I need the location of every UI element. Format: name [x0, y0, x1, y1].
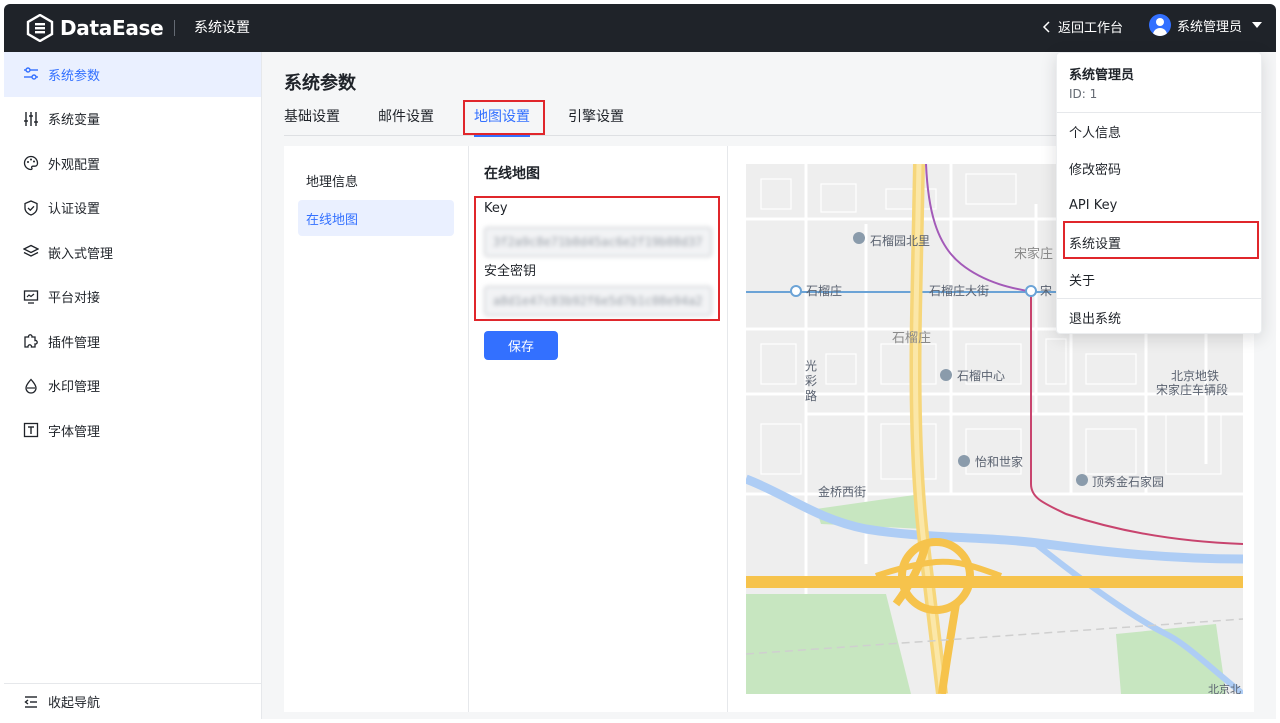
dropdown-user-id: ID: 1 [1069, 87, 1098, 101]
secret-label: 安全密钥 [484, 264, 537, 279]
subnav-item-geo-info[interactable]: 地理信息 [298, 162, 454, 198]
map-label: 宋家庄车辆段 [1156, 382, 1228, 397]
equalizer-icon [22, 110, 40, 128]
font-box-icon [22, 421, 40, 439]
app-title: 系统设置 [194, 20, 250, 36]
map-label: 彩 [805, 374, 817, 388]
user-dropdown-menu: 系统管理员 ID: 1 个人信息 修改密码 API Key 系统设置 关于 退出… [1056, 52, 1262, 334]
sidebar: 系统参数 系统变量 外观配置 认证设置 嵌入式管理 平台对接 插件管理 水印管理… [4, 52, 262, 719]
sidebar-item-label: 插件管理 [48, 335, 101, 351]
brand-logo[interactable]: DataEase [26, 14, 164, 42]
key-input[interactable] [484, 227, 712, 257]
sidebar-item-platform[interactable]: 平台对接 [4, 275, 261, 320]
header-divider [174, 20, 175, 36]
drop-icon [22, 377, 40, 395]
sidebar-item-appearance[interactable]: 外观配置 [4, 141, 261, 186]
back-label: 返回工作台 [1058, 21, 1124, 36]
tab-basic[interactable]: 基础设置 [284, 100, 340, 136]
sliders-icon [22, 65, 40, 83]
sidebar-item-label: 外观配置 [48, 157, 101, 173]
sidebar-item-system-params[interactable]: 系统参数 [4, 52, 261, 97]
map-label: 北京地铁 [1171, 369, 1219, 383]
map-label: 石榴庄 [892, 330, 931, 346]
map-label: 顶秀金石家园 [1092, 474, 1164, 489]
palette-icon [22, 154, 40, 172]
sidebar-item-auth[interactable]: 认证设置 [4, 186, 261, 231]
collapse-icon [22, 693, 40, 711]
menu-item-logout[interactable]: 退出系统 [1057, 299, 1261, 335]
map-label: 光 [805, 359, 817, 373]
sidebar-item-plugins[interactable]: 插件管理 [4, 319, 261, 364]
shield-check-icon [22, 199, 40, 217]
map-label: 石榴庄大街 [929, 283, 989, 298]
menu-item-profile[interactable]: 个人信息 [1057, 113, 1261, 149]
sidebar-item-label: 系统参数 [48, 68, 101, 84]
page-title: 系统参数 [284, 73, 356, 94]
menu-item-change-password[interactable]: 修改密码 [1057, 150, 1261, 186]
tab-email[interactable]: 邮件设置 [378, 100, 434, 136]
monitor-icon [22, 288, 40, 306]
caret-down-icon [1252, 22, 1263, 28]
sidebar-item-watermark[interactable]: 水印管理 [4, 364, 261, 409]
map-label: 金桥西街 [818, 484, 866, 499]
map-label: 路 [805, 388, 817, 403]
top-header: DataEase 系统设置 返回工作台 系统管理员 [4, 4, 1276, 52]
sidebar-item-label: 系统变量 [48, 113, 101, 129]
map-subnav: 地理信息 在线地图 [284, 146, 469, 712]
highlight-box-system-settings [1063, 221, 1259, 259]
map-label: 宋家庄 [1014, 246, 1053, 262]
collapse-nav-button[interactable]: 收起导航 [4, 683, 261, 719]
sidebar-item-label: 认证设置 [48, 202, 101, 218]
collapse-nav-label: 收起导航 [48, 696, 101, 711]
back-to-workbench-link[interactable]: 返回工作台 [1042, 17, 1123, 36]
map-label: 石榴庄 [806, 283, 842, 298]
map-label: 宋 [1040, 283, 1052, 298]
menu-item-about[interactable]: 关于 [1057, 261, 1261, 297]
user-name: 系统管理员 [1177, 19, 1243, 35]
key-label: Key [484, 201, 508, 216]
dataease-logo-icon [26, 14, 54, 42]
layers-icon [22, 243, 40, 261]
highlight-box-map-tab [463, 100, 545, 135]
menu-item-api-key[interactable]: API Key [1057, 187, 1261, 223]
puzzle-icon [22, 332, 40, 350]
sidebar-item-label: 水印管理 [48, 380, 101, 396]
map-label: 石榴园北里 [870, 234, 930, 248]
user-menu-trigger[interactable]: 系统管理员 [1149, 14, 1263, 36]
online-map-form: 在线地图 Key 安全密钥 保存 [469, 146, 728, 712]
chevron-left-icon [1042, 20, 1050, 33]
sidebar-item-label: 平台对接 [48, 291, 101, 307]
sidebar-item-label: 嵌入式管理 [48, 246, 114, 262]
save-button[interactable]: 保存 [484, 331, 558, 360]
sidebar-item-embedded[interactable]: 嵌入式管理 [4, 230, 261, 275]
form-title: 在线地图 [484, 166, 540, 182]
map-label: 怡和世家 [975, 454, 1023, 469]
brand-name: DataEase [60, 16, 164, 40]
sidebar-item-fonts[interactable]: 字体管理 [4, 408, 261, 453]
map-label: 石榴中心 [957, 368, 1005, 383]
subnav-item-online-map[interactable]: 在线地图 [298, 200, 454, 236]
map-label: 北京北 [1208, 682, 1241, 694]
sidebar-item-label: 字体管理 [48, 424, 101, 440]
tab-engine[interactable]: 引擎设置 [568, 100, 624, 136]
dropdown-user-name: 系统管理员 [1069, 68, 1135, 83]
sidebar-item-system-variables[interactable]: 系统变量 [4, 97, 261, 142]
secret-input[interactable] [484, 286, 712, 316]
avatar-icon [1149, 14, 1171, 36]
